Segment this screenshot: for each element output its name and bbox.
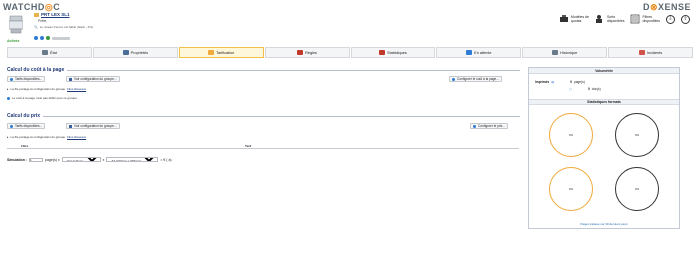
volumetry-panel: Volumétrie Imprimés ▤ 0 page(s) ▢ 0 doc(… <box>528 67 680 229</box>
settings-icon <box>473 124 476 128</box>
printer-quick-icons <box>34 36 70 40</box>
quota-models-button[interactable]: Modèles de quotas <box>559 14 589 24</box>
section-divider <box>43 115 520 117</box>
format-select[interactable]: A4 (210mm x 297mm) <box>106 157 159 162</box>
arrow-icon: ▸ <box>7 135 9 139</box>
section-divider <box>67 69 520 71</box>
volumetry-footer: Pages traitées sur 30 derniers jours <box>580 222 628 226</box>
format-stats-title: Statistiques formats <box>529 99 679 105</box>
price-group-note: ▸ La file partage la configuration du gr… <box>7 135 87 139</box>
color-select[interactable]: Noir & blanc <box>61 157 101 162</box>
cost-group-link[interactable]: Files Réseaux <box>67 87 86 91</box>
price-group-link[interactable]: Files Réseaux <box>67 135 86 139</box>
format-pie-2: 0% <box>615 113 659 157</box>
printer-status-label: Activée <box>7 39 20 43</box>
printer-name-link[interactable]: PRT LEX SL1 <box>34 12 70 17</box>
printer-name-text[interactable]: PRT LEX SL1 <box>41 12 70 17</box>
format-pie-3: 0% <box>549 167 593 211</box>
available-filters-button[interactable]: Filtres disponibles <box>630 14 660 24</box>
tab-bar: État Propriétés Tarification Règles Stat… <box>7 47 693 58</box>
pages-icon: ▤ <box>551 80 555 84</box>
rules-icon <box>297 50 304 55</box>
printer-warning: 🔍 Le niveau d'encre est faible (black - … <box>34 25 94 29</box>
column-tariff: Tarif <box>245 144 252 148</box>
tab-statistiques[interactable]: Statistiques <box>350 47 436 58</box>
cost-group-config-button[interactable]: Voir configuration du groupe... <box>66 76 120 82</box>
pages-input[interactable] <box>29 157 44 162</box>
cost-section-title: Calcul du coût à la page <box>7 67 65 73</box>
tab-historique[interactable]: Historique <box>522 47 608 58</box>
simulation-result: = € ( a) <box>160 157 172 162</box>
cost-undefined-note: Le coût à la page n'est pas défini pour … <box>7 96 78 100</box>
top-actions: Modèles de quotas Sorts disponibles Filt… <box>559 14 690 24</box>
search-icon: 🔍 <box>34 25 38 29</box>
format-pie-4: 0% <box>615 167 659 211</box>
printed-pages-row: Imprimés ▤ 0 page(s) <box>535 80 585 84</box>
folder-icon <box>34 12 39 17</box>
simulation-label: Simulation : <box>7 157 28 162</box>
simulation-row: Simulation : page(s) x Noir & blanc x A4… <box>7 157 172 162</box>
grid-icon <box>69 124 72 128</box>
tab-en-attente[interactable]: En attente <box>436 47 522 58</box>
filter-icon <box>631 14 640 24</box>
printer-state: Prête. <box>38 19 48 23</box>
online-icon <box>46 36 50 40</box>
info-icon <box>7 96 10 100</box>
ink-level-bar <box>52 36 70 40</box>
pending-icon <box>466 50 473 55</box>
configure-cost-button[interactable]: Configurer le coût à la page... <box>449 76 502 82</box>
volumetry-title: Volumétrie <box>529 68 679 74</box>
printed-docs-row: ▢ 0 doc(s) <box>569 87 601 91</box>
search-icon <box>10 124 13 128</box>
doc-icon: ▢ <box>569 87 573 91</box>
available-sorts-button[interactable]: Sorts disponibles <box>595 14 624 24</box>
grid-icon <box>69 77 72 81</box>
column-filter: Filtre <box>21 144 29 148</box>
price-group-config-button[interactable]: Voir configuration du groupe... <box>66 123 120 129</box>
tab-incidents[interactable]: Incidents <box>608 47 693 58</box>
price-table-header: Filtre Tarif <box>7 144 519 149</box>
cost-tariffs-button[interactable]: Tarifs disponibles... <box>7 76 46 82</box>
search-icon <box>10 77 13 81</box>
info-icon[interactable] <box>40 36 44 40</box>
price-section: Calcul du prix <box>7 113 520 119</box>
state-icon <box>42 50 49 55</box>
price-section-title: Calcul du prix <box>7 113 41 119</box>
tab-etat[interactable]: État <box>7 47 92 58</box>
configure-price-button[interactable]: Configurer le prix... <box>470 123 508 129</box>
incidents-icon <box>638 50 645 55</box>
download-icon[interactable]: ⇩ <box>666 14 675 24</box>
pricing-icon <box>208 50 215 55</box>
minus-icon[interactable] <box>34 36 38 40</box>
doxense-logo: D⊗XENSE <box>642 2 691 12</box>
arrow-icon: ▸ <box>7 87 9 91</box>
format-pie-1: 0% <box>549 113 593 157</box>
quota-icon <box>559 15 568 22</box>
properties-icon <box>122 50 129 55</box>
tab-proprietes[interactable]: Propriétés <box>92 47 178 58</box>
statistics-icon <box>379 50 386 55</box>
price-tariffs-button[interactable]: Tarifs disponibles... <box>7 123 46 129</box>
printer-icon <box>9 15 23 34</box>
cost-section: Calcul du coût à la page <box>7 67 520 73</box>
tab-tarification[interactable]: Tarification <box>178 47 264 58</box>
share-icon[interactable]: ⇪ <box>681 14 690 24</box>
history-icon <box>552 50 559 55</box>
settings-icon <box>452 77 455 81</box>
cost-group-note: ▸ La file partage la configuration du gr… <box>7 87 87 91</box>
users-icon <box>595 15 602 23</box>
tab-regles[interactable]: Règles <box>264 47 350 58</box>
